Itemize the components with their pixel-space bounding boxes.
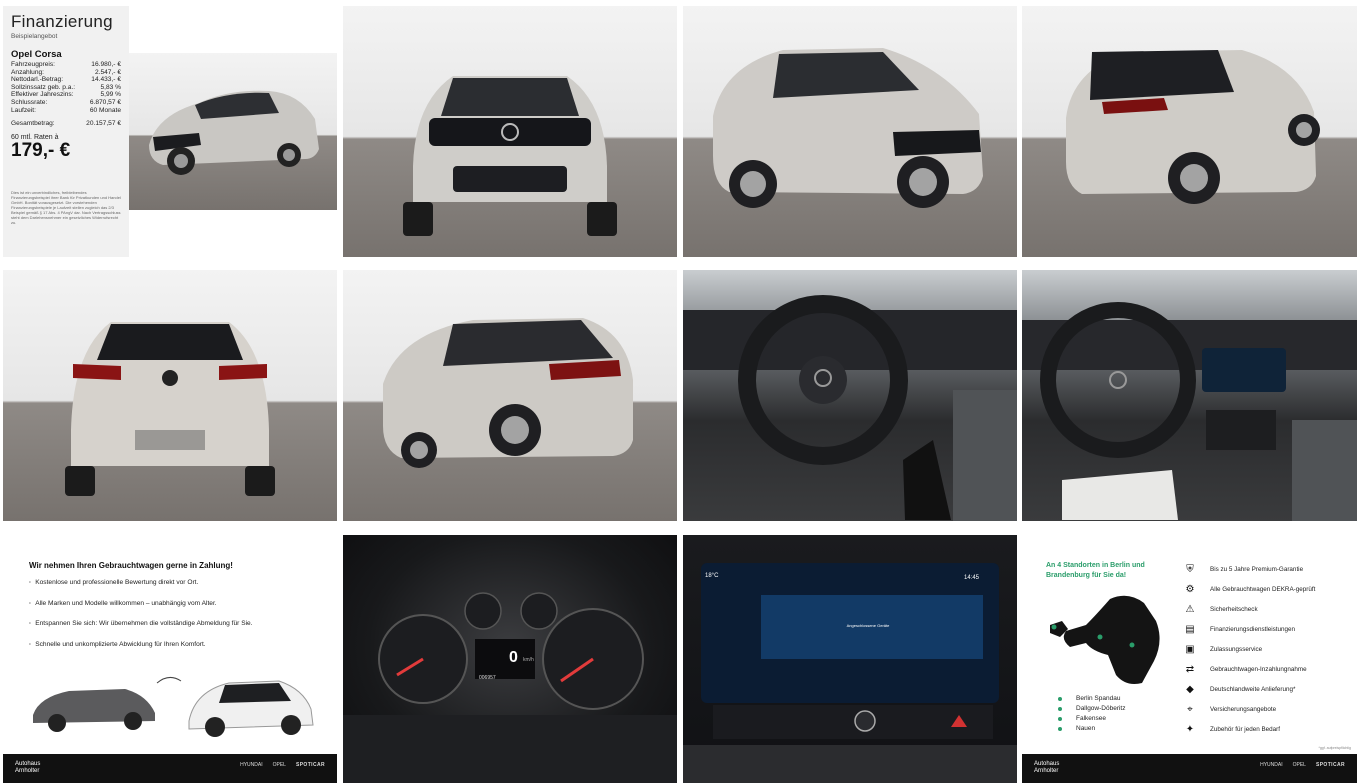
list-item: Schnelle und unkomplizierte Abwicklung f… [29, 641, 253, 648]
table-row: Laufzeit: 60 Monate [11, 106, 121, 114]
list-item: Kostenlose und professionelle Bewertung … [29, 579, 253, 586]
shield-check-icon: ⛨ [1186, 563, 1194, 575]
trade-in-title: Wir nehmen Ihren Gebrauchtwagen gerne in… [29, 561, 233, 570]
spoticar-logo: SPOTICAR [1315, 762, 1345, 768]
list-item: ⚠ Sicherheitscheck [1185, 603, 1258, 615]
table-row: Effektiver Jahreszins: 5,99 % [11, 91, 121, 99]
finance-icon: ▤ [1185, 623, 1195, 635]
list-item: ◆ Deutschlandweite Anlieferung* [1184, 679, 1315, 699]
region-map [1050, 595, 1160, 684]
list-item: Entspannen Sie sich: Wir übernehmen die … [29, 620, 252, 627]
locations-title: An 4 Standorten in Berlin und Brandenbur… [1046, 562, 1145, 579]
list-item: ⛨ Bis zu 5 Jahre Premium-Garantie [1184, 559, 1315, 579]
finance-offer-tile[interactable]: Finanzierung Beispielangebot Opel Corsa … [3, 6, 337, 257]
table-row: Fahrzeugpreis: 16.980,- € [11, 61, 121, 68]
finance-disclaimer: Dies ist ein unverbindliches, freibleibe… [11, 189, 121, 225]
car-photo-rear[interactable] [3, 270, 337, 521]
list-item: ▤ Finanzierungsdienstleistungen [1185, 623, 1296, 635]
car-photo-rear-right[interactable] [1022, 6, 1357, 257]
footnote: *ggf. aufpreispflichtig [1318, 746, 1352, 750]
city-list: Berlin Spandau Dallgow-Döberitz Falkense… [1058, 694, 1126, 734]
hyundai-logo: HYUNDAI [1260, 762, 1283, 768]
interior-photo-steering[interactable] [683, 270, 1017, 521]
finance-subtitle: Beispielangebot [11, 33, 58, 40]
opel-logo: OPEL [272, 762, 286, 768]
hyundai-logo: HYUNDAI [240, 762, 263, 768]
location-pin-icon: ⌖ [1187, 703, 1193, 715]
speed-unit: km/h [523, 657, 534, 663]
finance-title: Finanzierung [11, 12, 113, 31]
finance-model: Opel Corsa [11, 49, 62, 60]
table-row: Anzahlung: 2.547,- € [11, 68, 121, 76]
car-photo-front[interactable] [343, 6, 677, 257]
car-photo-rear-left[interactable] [343, 270, 677, 521]
list-item: Nauen [1058, 724, 1126, 734]
accessory-icon: ✦ [1185, 723, 1195, 735]
registration-icon: ▣ [1185, 643, 1195, 655]
car-photo-front-left [129, 53, 337, 210]
rate-value: 179,- € [11, 139, 71, 161]
time-display: 14:45 [963, 575, 979, 581]
dealer-footer: Autohaus Arnholter HYUNDAI OPEL SPOTICAR [3, 754, 337, 783]
interior-photo-dashboard[interactable] [1022, 270, 1357, 521]
dealer-footer: Autohaus Arnholter HYUNDAI OPEL SPOTICAR [1022, 754, 1357, 783]
infotainment-photo[interactable]: 18°C 14:45 Angeschlossene Geräte [683, 535, 1017, 783]
germany-icon: ◆ [1186, 683, 1194, 695]
temperature-display: 18°C [705, 573, 719, 579]
list-item: ▣ Zulassungsservice [1185, 643, 1263, 655]
trade-in-icon: ⇄ [1185, 663, 1195, 675]
finance-panel: Finanzierung Beispielangebot Opel Corsa … [3, 6, 129, 257]
trade-in-tile[interactable]: Wir nehmen Ihren Gebrauchtwagen gerne in… [3, 535, 337, 783]
list-item: ✦ Zubehör für jeden Bedarf [1185, 723, 1281, 735]
table-row: Schlussrate: 6.870,57 € [11, 98, 121, 106]
brand-logos: HYUNDAI OPEL SPOTICAR [1260, 762, 1345, 768]
table-row: Sollzinssatz geb. p.a.: 5,83 % [11, 83, 121, 91]
dealer-logo: Autohaus Arnholter [1034, 761, 1060, 774]
list-item: Falkensee [1058, 714, 1126, 724]
inspection-icon: ⚙ [1185, 583, 1195, 595]
finance-table: Fahrzeugpreis: 16.980,- € Anzahlung: 2.547… [11, 61, 121, 114]
finance-total: Gesamtbetrag: 20.157,57 € [11, 120, 121, 128]
dealer-logo: Autohaus Arnholter [15, 761, 41, 774]
odometer: 006957 [479, 675, 496, 681]
table-row: Nettodarl.-Betrag: 14.433,- € [11, 76, 121, 84]
speed-readout: 0 [509, 649, 518, 666]
spoticar-logo: SPOTICAR [295, 762, 325, 768]
list-item: ⇄ Gebrauchtwagen-Inzahlungnahme [1185, 663, 1307, 675]
service-list: ⛨ Bis zu 5 Jahre Premium-Garantie ⚙ Alle G… [1184, 559, 1315, 739]
brand-logos: HYUNDAI OPEL SPOTICAR [240, 762, 325, 768]
warning-triangle-icon: ⚠ [1185, 603, 1195, 615]
locations-services-tile[interactable]: An 4 Standorten in Berlin und Brandenbur… [1022, 535, 1357, 783]
trade-in-list: Kostenlose und professionelle Bewertung … [29, 579, 253, 661]
list-item: Dallgow-Döberitz [1058, 704, 1126, 714]
opel-logo: OPEL [1292, 762, 1306, 768]
trade-in-cars-illustration [33, 677, 314, 737]
instrument-cluster-photo[interactable]: 0 km/h 006957 [343, 535, 677, 783]
connected-devices-label: Angeschlossene Geräte [846, 623, 890, 628]
list-item: Alle Marken und Modelle willkommen – una… [29, 600, 253, 607]
list-item: ⌖ Versicherungsangebote [1184, 699, 1315, 719]
list-item: Berlin Spandau [1058, 694, 1126, 704]
list-item: ⚙ Alle Gebrauchtwagen DEKRA-geprüft [1185, 583, 1316, 595]
photo-gallery: Finanzierung Beispielangebot Opel Corsa … [0, 0, 1357, 783]
car-photo-side-front[interactable] [683, 6, 1017, 257]
